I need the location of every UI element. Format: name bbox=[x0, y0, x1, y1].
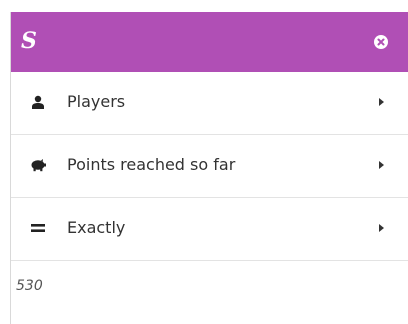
menu-item-exactly[interactable]: Exactly bbox=[11, 198, 408, 261]
chevron-right-icon bbox=[379, 98, 384, 106]
value-input[interactable]: 530 bbox=[16, 278, 43, 294]
chevron-right-icon bbox=[379, 224, 384, 232]
menu-item-label: Exactly bbox=[67, 218, 126, 237]
menu-item-label: Points reached so far bbox=[67, 155, 236, 174]
piggy-bank-icon bbox=[30, 157, 46, 173]
chevron-right-icon bbox=[379, 161, 384, 169]
user-icon bbox=[30, 94, 46, 110]
equals-icon bbox=[30, 220, 46, 236]
menu-item-points[interactable]: Points reached so far bbox=[11, 135, 408, 198]
panel-header: S bbox=[11, 12, 408, 72]
menu-item-label: Players bbox=[67, 92, 126, 111]
close-icon[interactable] bbox=[374, 35, 388, 49]
brand-logo: S bbox=[21, 28, 37, 54]
filter-panel: S Players Points reached so far Exactly bbox=[10, 12, 408, 324]
menu-item-players[interactable]: Players bbox=[11, 72, 408, 135]
